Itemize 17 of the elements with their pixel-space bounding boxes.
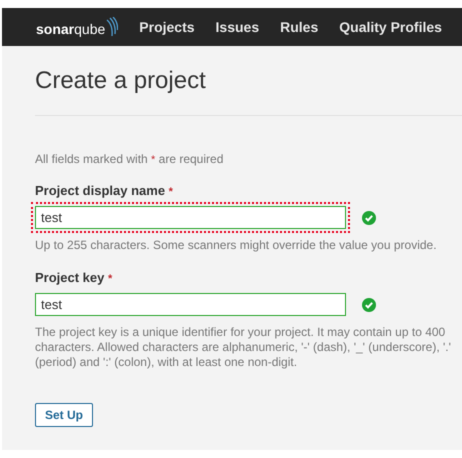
waves-icon (106, 17, 118, 37)
nav-link[interactable]: Quality Profiles (339, 19, 442, 35)
set-up-button[interactable]: Set Up (35, 403, 94, 427)
help-text: The project key is a unique identifier for your project. It may contain up to 400 characters. Allowed characters are alphanumeric, '-' (dash), '_' (underscore), '.' (period) and ':' (colon), with at least one non-digit. (35, 325, 452, 370)
nav-link[interactable]: Issues (216, 19, 260, 35)
field-label: Project key * (35, 270, 114, 285)
field-label: Project display name * (35, 183, 174, 198)
logo-text[interactable]: sonarqube (36, 21, 106, 37)
help-text: Up to 255 characters. Some scanners might override the value you provide. (35, 238, 438, 253)
text-field[interactable]: test (35, 206, 346, 229)
nav-link[interactable]: Rules (280, 19, 318, 35)
page-title: Create a project (35, 66, 207, 96)
check-icon (362, 210, 376, 224)
nav-link[interactable]: Projects (139, 19, 195, 35)
required-fields-note: All fields marked with * are required (35, 152, 224, 166)
check-icon (362, 298, 376, 312)
text-field[interactable]: test (35, 293, 346, 316)
